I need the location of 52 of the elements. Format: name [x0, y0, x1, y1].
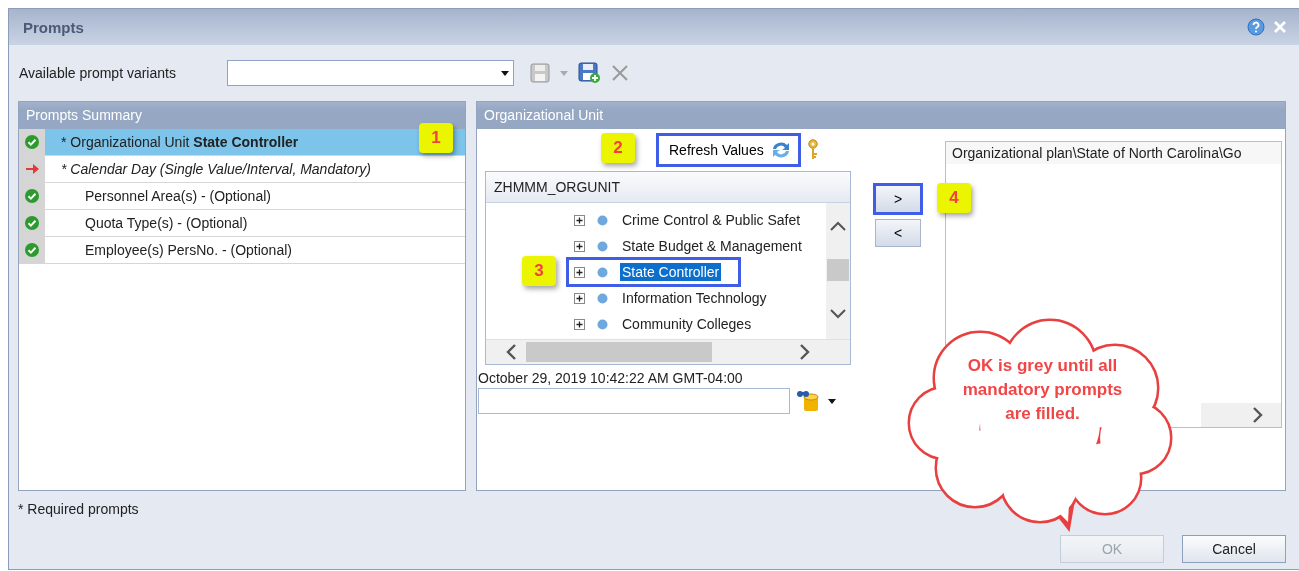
caret-icon	[501, 70, 509, 76]
node-dot-icon	[597, 214, 608, 226]
vertical-scrollbar[interactable]	[826, 203, 850, 339]
prompt-item[interactable]: Quota Type(s) - (Optional)	[45, 210, 465, 236]
callout-text: OK is grey until all mandatory prompts are filled.	[961, 355, 1124, 425]
scroll-right-icon[interactable]	[800, 344, 810, 360]
prompt-item[interactable]: * Calendar Day (Single Value/Interval, Mandatory)	[45, 156, 465, 182]
node-dot-icon	[597, 318, 608, 330]
remove-button[interactable]: <	[875, 219, 921, 247]
scroll-down-icon[interactable]	[830, 309, 846, 319]
variants-dropdown[interactable]	[227, 60, 514, 86]
tree-node[interactable]: State Budget & Management	[568, 233, 822, 259]
step-badge: 2	[601, 133, 635, 163]
scroll-up-icon[interactable]	[830, 221, 846, 231]
prompt-item[interactable]: Employee(s) PersNo. - (Optional)	[45, 237, 465, 263]
expand-icon[interactable]	[574, 292, 585, 304]
node-dot-icon	[597, 266, 608, 278]
tree-node[interactable]: Crime Control & Public Safet	[568, 207, 821, 233]
expand-icon[interactable]	[574, 240, 585, 252]
expand-icon[interactable]	[574, 318, 585, 330]
scroll-thumb[interactable]	[526, 342, 712, 362]
tree-node[interactable]: State Controller	[568, 259, 740, 285]
tree-header: ZHMMM_ORGUNIT	[486, 172, 850, 203]
node-dot-icon	[597, 240, 608, 252]
panel-header: Prompts Summary	[19, 102, 465, 129]
tree-node[interactable]: Community Colleges	[568, 311, 772, 337]
step-badge: 4	[937, 183, 971, 213]
expand-icon[interactable]	[574, 266, 585, 278]
panel-header: Organizational Unit	[477, 102, 1285, 129]
step-badge: 3	[522, 256, 556, 286]
prompt-item[interactable]: Personnel Area(s) - (Optional)	[45, 183, 465, 209]
caret-icon[interactable]	[828, 398, 836, 404]
selected-value[interactable]: Organizational plan\State of North Carolina\Go	[946, 142, 1281, 164]
save-as-icon[interactable]	[578, 62, 601, 84]
scroll-left-icon[interactable]	[506, 344, 516, 360]
search-field[interactable]	[478, 388, 790, 414]
expand-icon[interactable]	[574, 214, 585, 226]
required-note: * Required prompts	[18, 501, 140, 519]
step-badge: 1	[419, 123, 453, 153]
timestamp: October 29, 2019 10:42:22 AM GMT-04:00	[478, 369, 744, 388]
window-title: Prompts	[23, 18, 84, 36]
refresh-button[interactable]: Refresh Values	[658, 135, 799, 165]
help-icon[interactable]	[1247, 18, 1265, 36]
horizontal-scrollbar[interactable]	[1201, 403, 1281, 427]
horizontal-scrollbar[interactable]	[486, 339, 850, 364]
cancel-button[interactable]: Cancel	[1182, 535, 1286, 563]
scroll-right-icon[interactable]	[1253, 407, 1263, 423]
add-button[interactable]: >	[875, 185, 921, 213]
variants-label: Available prompt variants	[19, 65, 177, 81]
node-dot-icon	[597, 292, 608, 304]
tree-node[interactable]: Information Technology	[568, 285, 787, 311]
scroll-thumb[interactable]	[827, 259, 849, 281]
